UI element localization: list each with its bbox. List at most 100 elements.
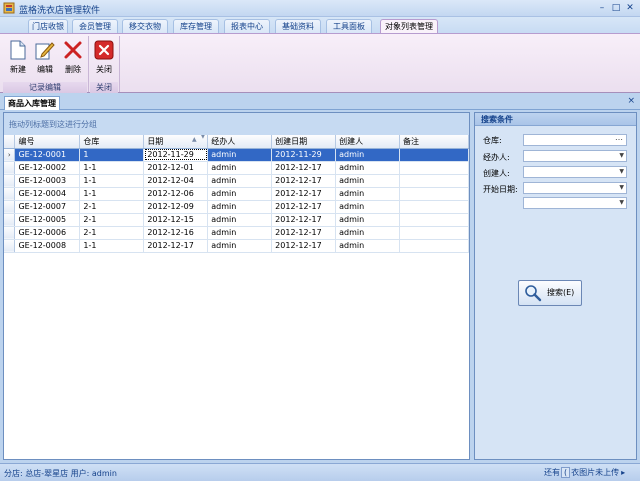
status-scroll-arrow-icon[interactable]: ▸	[620, 468, 626, 477]
cell-handler[interactable]: admin	[207, 213, 273, 227]
creator-dropdown[interactable]: ▼	[523, 166, 627, 178]
menu-tab-basic-data[interactable]: 基础资料	[275, 19, 321, 34]
cell-handler[interactable]: admin	[207, 161, 273, 175]
handler-dropdown[interactable]: ▼	[523, 150, 627, 162]
cell-created-date[interactable]: 2012-12-17	[271, 239, 337, 253]
column-header-created-date[interactable]: 创建日期	[271, 135, 337, 149]
close-button[interactable]: 关闭	[91, 37, 117, 75]
edit-button[interactable]: 编辑	[33, 37, 57, 75]
cell-warehouse[interactable]: 2-1	[79, 200, 145, 214]
table-row[interactable]: GE-12-0003 1-1 2012-12-04 admin 2012-12-…	[4, 174, 469, 188]
cell-handler[interactable]: admin	[207, 239, 273, 253]
cell-date[interactable]: 2012-12-06	[143, 187, 209, 201]
menu-tab-store-checkout[interactable]: 门店收银	[28, 19, 68, 34]
cell-notes[interactable]	[399, 239, 469, 253]
cell-creator[interactable]: admin	[335, 226, 401, 240]
cell-warehouse[interactable]: 2-1	[79, 226, 145, 240]
cell-created-date[interactable]: 2012-12-17	[271, 226, 337, 240]
cell-created-date[interactable]: 2012-12-17	[271, 187, 337, 201]
ellipsis-icon[interactable]: …	[615, 133, 623, 142]
menu-tab-inventory[interactable]: 库存管理	[173, 19, 219, 34]
cell-date[interactable]: 2012-12-15	[143, 213, 209, 227]
cell-creator[interactable]: admin	[335, 174, 401, 188]
table-row[interactable]: GE-12-0004 1-1 2012-12-06 admin 2012-12-…	[4, 187, 469, 201]
cell-created-date[interactable]: 2012-12-17	[271, 200, 337, 214]
column-header-date[interactable]: 日期 ▼ ▲	[143, 135, 209, 149]
table-row[interactable]: › GE-12-0001 1 2012-11-29 admin 2012-11-…	[4, 148, 469, 162]
status-upload-notice[interactable]: 还有(衣图片未上传 ▸	[543, 467, 626, 478]
cell-notes[interactable]	[399, 213, 469, 227]
minimize-button[interactable]: –	[596, 2, 608, 14]
cell-date[interactable]: 2012-12-04	[143, 174, 209, 188]
cell-created-date[interactable]: 2012-11-29	[271, 148, 337, 162]
start-date-picker[interactable]: ▼	[523, 182, 627, 194]
cell-creator[interactable]: admin	[335, 187, 401, 201]
new-button[interactable]: 新建	[6, 37, 30, 75]
cell-date[interactable]: 2012-12-09	[143, 200, 209, 214]
column-header-id[interactable]: 编号	[14, 135, 81, 149]
cell-warehouse[interactable]: 1-1	[79, 161, 145, 175]
cell-created-date[interactable]: 2012-12-17	[271, 213, 337, 227]
cell-id[interactable]: GE-12-0005	[14, 213, 81, 227]
cell-handler[interactable]: admin	[207, 174, 273, 188]
cell-creator[interactable]: admin	[335, 200, 401, 214]
cell-warehouse[interactable]: 1-1	[79, 174, 145, 188]
table-row[interactable]: GE-12-0008 1-1 2012-12-17 admin 2012-12-…	[4, 239, 469, 253]
cell-id[interactable]: GE-12-0003	[14, 174, 81, 188]
warehouse-field[interactable]: …	[523, 133, 627, 146]
filter-icon[interactable]: ▼	[201, 135, 206, 140]
status-bar: 分店: 总店-翠星店 用户: admin 还有(衣图片未上传 ▸	[0, 463, 640, 481]
close-tab-icon[interactable]: ×	[627, 96, 635, 106]
group-by-hint[interactable]: 拖动列标题到这进行分组	[4, 113, 469, 135]
column-header-notes[interactable]: 备注	[399, 135, 469, 149]
cell-warehouse[interactable]: 2-1	[79, 213, 145, 227]
cell-warehouse[interactable]: 1-1	[79, 187, 145, 201]
cell-notes[interactable]	[399, 200, 469, 214]
delete-button[interactable]: 删除	[61, 37, 85, 75]
table-row[interactable]: GE-12-0007 2-1 2012-12-09 admin 2012-12-…	[4, 200, 469, 214]
column-header-handler[interactable]: 经办人	[207, 135, 273, 149]
cell-created-date[interactable]: 2012-12-17	[271, 161, 337, 175]
table-row[interactable]: GE-12-0006 2-1 2012-12-16 admin 2012-12-…	[4, 226, 469, 240]
cell-handler[interactable]: admin	[207, 187, 273, 201]
search-button[interactable]: 搜索(E)	[518, 280, 582, 306]
cell-notes[interactable]	[399, 187, 469, 201]
close-window-button[interactable]: ✕	[624, 2, 636, 14]
table-row[interactable]: GE-12-0005 2-1 2012-12-15 admin 2012-12-…	[4, 213, 469, 227]
cell-id[interactable]: GE-12-0008	[14, 239, 81, 253]
cell-creator[interactable]: admin	[335, 161, 401, 175]
row-indicator	[4, 161, 16, 175]
column-header-creator[interactable]: 创建人	[335, 135, 401, 149]
cell-creator[interactable]: admin	[335, 239, 401, 253]
cell-handler[interactable]: admin	[207, 226, 273, 240]
cell-notes[interactable]	[399, 174, 469, 188]
cell-date[interactable]: 2012-12-17	[143, 239, 209, 253]
cell-created-date[interactable]: 2012-12-17	[271, 174, 337, 188]
cell-creator[interactable]: admin	[335, 213, 401, 227]
cell-warehouse[interactable]: 1	[79, 148, 145, 162]
cell-id[interactable]: GE-12-0007	[14, 200, 81, 214]
menu-tab-tools[interactable]: 工具面板	[326, 19, 372, 34]
cell-id[interactable]: GE-12-0002	[14, 161, 81, 175]
end-date-picker[interactable]: ▼	[523, 197, 627, 209]
menu-tab-transfer-clothes[interactable]: 移交衣物	[122, 19, 168, 34]
cell-notes[interactable]	[399, 226, 469, 240]
tab-goods-inbound[interactable]: 商品入库管理	[4, 96, 60, 110]
table-row[interactable]: GE-12-0002 1-1 2012-12-01 admin 2012-12-…	[4, 161, 469, 175]
cell-handler[interactable]: admin	[207, 200, 273, 214]
cell-date[interactable]: 2012-12-16	[143, 226, 209, 240]
cell-id[interactable]: GE-12-0001	[14, 148, 81, 162]
cell-id[interactable]: GE-12-0004	[14, 187, 81, 201]
menu-tab-reports[interactable]: 报表中心	[224, 19, 270, 34]
cell-notes[interactable]	[399, 148, 469, 162]
maximize-button[interactable]: □	[610, 2, 622, 14]
column-header-warehouse[interactable]: 仓库	[79, 135, 145, 149]
menu-tab-member-management[interactable]: 会员管理	[72, 19, 118, 34]
cell-id[interactable]: GE-12-0006	[14, 226, 81, 240]
cell-creator[interactable]: admin	[335, 148, 401, 162]
cell-date[interactable]: 2012-12-01	[143, 161, 209, 175]
cell-date[interactable]: 2012-11-29	[143, 148, 209, 162]
cell-warehouse[interactable]: 1-1	[79, 239, 145, 253]
cell-notes[interactable]	[399, 161, 469, 175]
cell-handler[interactable]: admin	[207, 148, 273, 162]
